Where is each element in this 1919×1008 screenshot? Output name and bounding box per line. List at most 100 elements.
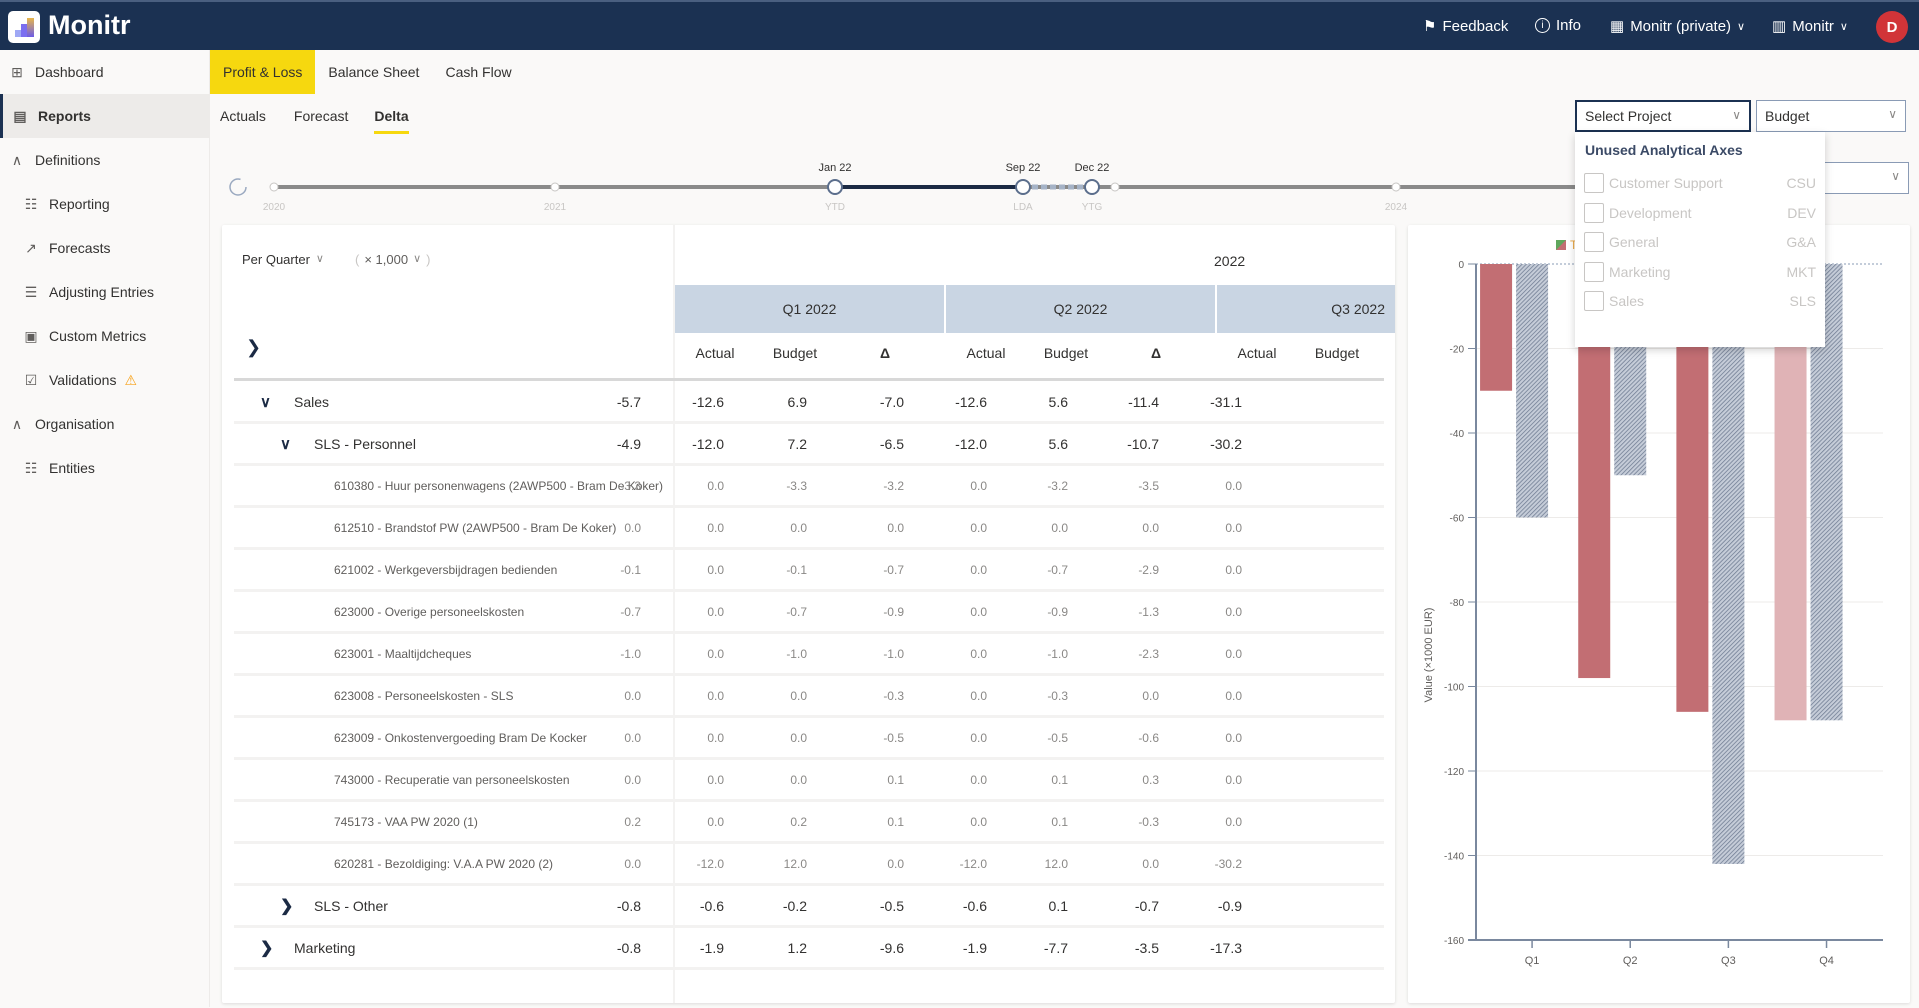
expand-all-icon[interactable]: ❯	[246, 337, 261, 358]
chevron-down-icon: ∨	[1732, 108, 1741, 122]
table-row[interactable]: 623001 - Maaltijdcheques -1.0 0.0 -1.0 -1.0 0…	[234, 634, 1384, 676]
collapse-icon[interactable]: ∨	[260, 393, 286, 411]
cell-value: 0.0	[707, 562, 724, 577]
cell-value: -0.6	[699, 897, 724, 914]
table-row[interactable]: 743000 - Recuperatie van personeelskoste…	[234, 760, 1384, 802]
tab-balance-sheet[interactable]: Balance Sheet	[315, 50, 432, 94]
table-row[interactable]: 623009 - Onkostenvergoeding Bram De Kock…	[234, 718, 1384, 760]
y-tick-label: -100	[1444, 683, 1464, 694]
tab-delta[interactable]: Delta	[364, 94, 418, 138]
sidebar-section-definitions[interactable]: ∧ Definitions	[0, 138, 210, 182]
cell-value: -0.7	[883, 562, 904, 577]
table-row[interactable]: 610380 - Huur personenwagens (2AWP500 - …	[234, 466, 1384, 508]
workspace-dropdown[interactable]: ▦ Monitr (private) ∨	[1610, 17, 1745, 36]
table-row[interactable]: ❯ Marketing -0.8 -1.9 1.2 -9.6 -1.9 -7.7 -3.5 -17…	[234, 928, 1384, 970]
chevron-down-icon: ∨	[413, 253, 422, 265]
chevron-up-icon: ∧	[11, 415, 23, 432]
expand-icon[interactable]: ❯	[260, 938, 286, 958]
cell-value: -12.0	[692, 435, 724, 452]
project-option-dev[interactable]: Development DEV	[1584, 200, 1816, 226]
project-option-mkt[interactable]: Marketing MKT	[1584, 259, 1816, 285]
app-title[interactable]: Monitr	[48, 10, 130, 41]
feedback-button[interactable]: ⚑ Feedback	[1423, 17, 1508, 36]
sidebar-item-reporting[interactable]: ☷ Reporting	[0, 182, 210, 226]
tab-actuals[interactable]: Actuals	[210, 94, 276, 138]
cell-value: -12.0	[696, 856, 724, 871]
cell-value: -10.7	[1127, 435, 1159, 452]
bar-actual-q1[interactable]	[1480, 264, 1513, 391]
cell-value: 0.0	[1225, 562, 1242, 577]
sidebar-item-label: Forecasts	[49, 240, 111, 256]
cell-value: 0.0	[970, 478, 987, 493]
tab-forecast[interactable]: Forecast	[284, 94, 358, 138]
sidebar-item-entities[interactable]: ☷ Entities	[0, 446, 210, 490]
period-timeline[interactable]: 2020 2021 2024 Jan 22 Sep 22 Dec 22 YTD …	[222, 160, 1592, 220]
cell-value: 5.6	[1048, 435, 1068, 452]
comparison-select[interactable]: Budget ∨	[1756, 100, 1906, 132]
table-row[interactable]: 612510 - Brandstof PW (2AWP500 - Bram De…	[234, 508, 1384, 550]
app-logo-icon[interactable]	[8, 11, 40, 43]
cell-value: 0.0	[970, 604, 987, 619]
sidebar: ⊞ Dashboard ▤ Reports ∧ Definitions ☷ Report…	[0, 50, 210, 1007]
table-row[interactable]: 620281 - Bezoldiging: V.A.A PW 2020 (2) 0…	[234, 844, 1384, 886]
cell-value: 0.0	[790, 520, 807, 535]
expand-icon[interactable]: ❯	[280, 896, 306, 916]
cell-value: -7.7	[1043, 939, 1068, 956]
table-row[interactable]: ❯ SLS - Other -0.8 -0.6 -0.2 -0.5 -0.6 0.1 -0.7 -…	[234, 886, 1384, 928]
cell-value: 0.0	[970, 520, 987, 535]
tab-cash-flow[interactable]: Cash Flow	[432, 50, 524, 94]
table-row[interactable]: 745173 - VAA PW 2020 (1) 0.2 0.0 0.2 0.1 0.0 0…	[234, 802, 1384, 844]
lda-handle[interactable]	[1015, 179, 1031, 195]
sidebar-item-custom-metrics[interactable]: ▣ Custom Metrics	[0, 314, 210, 358]
reporting-icon: ☷	[24, 195, 38, 212]
table-row[interactable]: 623008 - Personeelskosten - SLS 0.0 0.0 0.0…	[234, 676, 1384, 718]
row-label: 623000 - Overige personeelskosten	[334, 604, 525, 619]
sidebar-item-reports[interactable]: ▤ Reports	[0, 94, 210, 138]
marker-sublabel: LDA	[1013, 202, 1033, 213]
cell-value: -0.8	[616, 939, 641, 956]
collapse-icon[interactable]: ∨	[280, 435, 306, 453]
period-select[interactable]: Per Quarter ∨	[242, 252, 324, 267]
cell-value: 5.6	[1048, 393, 1068, 410]
project-option-sls[interactable]: Sales SLS	[1584, 288, 1816, 314]
bar-budget-q3[interactable]	[1712, 264, 1745, 864]
checkbox[interactable]	[1584, 261, 1604, 282]
project-option-ga[interactable]: General G&A	[1584, 229, 1816, 255]
cell-value: -0.6	[962, 897, 987, 914]
ytg-handle[interactable]	[1084, 179, 1100, 195]
table-row[interactable]: 623000 - Overige personeelskosten -0.7 0.0…	[234, 592, 1384, 634]
bar-budget-q1[interactable]	[1516, 264, 1549, 518]
ytd-handle[interactable]	[827, 179, 843, 195]
checkbox[interactable]	[1584, 291, 1604, 311]
tab-profit-loss[interactable]: Profit & Loss	[210, 50, 316, 94]
cell-value: -7.0	[879, 393, 904, 410]
cell-value: -3.5	[1138, 478, 1159, 493]
sidebar-item-forecasts[interactable]: ↗ Forecasts	[0, 226, 210, 270]
checkbox[interactable]	[1584, 202, 1604, 223]
scale-select[interactable]: (× 1,000 ∨)	[355, 252, 431, 267]
organisation-dropdown[interactable]: ▥ Monitr ∨	[1772, 17, 1848, 36]
cell-value: 0.0	[624, 520, 641, 535]
info-button[interactable]: i Info	[1535, 17, 1581, 34]
table-row[interactable]: 621002 - Werkgeversbijdragen bedienden -0…	[234, 550, 1384, 592]
sidebar-section-organisation[interactable]: ∧ Organisation	[0, 402, 210, 446]
project-option-csu[interactable]: Customer Support CSU	[1584, 170, 1816, 196]
sidebar-item-adjusting-entries[interactable]: ☰ Adjusting Entries	[0, 270, 210, 314]
project-select[interactable]: Select Project ∨	[1575, 100, 1751, 132]
cell-value: 6.9	[787, 393, 807, 410]
cell-value: 0.0	[1051, 520, 1068, 535]
table-row[interactable]: ∨ Sales -5.7 -12.6 6.9 -7.0 -12.6 5.6 -11.4 -31.1	[234, 382, 1384, 424]
cell-value: 0.2	[790, 814, 807, 829]
sidebar-item-validations[interactable]: ☑ Validations ⚠	[0, 358, 210, 402]
option-code: MKT	[1786, 263, 1816, 280]
year-label: 2021	[544, 202, 567, 213]
table-row-partial[interactable]	[234, 970, 1384, 1003]
cell-value: 0.0	[707, 814, 724, 829]
sidebar-item-dashboard[interactable]: ⊞ Dashboard	[0, 50, 210, 94]
checkbox[interactable]	[1584, 232, 1604, 252]
table-row[interactable]: ∨ SLS - Personnel -4.9 -12.0 7.2 -6.5 -12.0 5.6…	[234, 424, 1384, 466]
checkbox[interactable]	[1584, 173, 1604, 193]
user-avatar[interactable]: D	[1876, 11, 1908, 43]
reset-timeline-icon[interactable]	[229, 178, 247, 196]
row-label: 623001 - Maaltijdcheques	[334, 646, 472, 661]
